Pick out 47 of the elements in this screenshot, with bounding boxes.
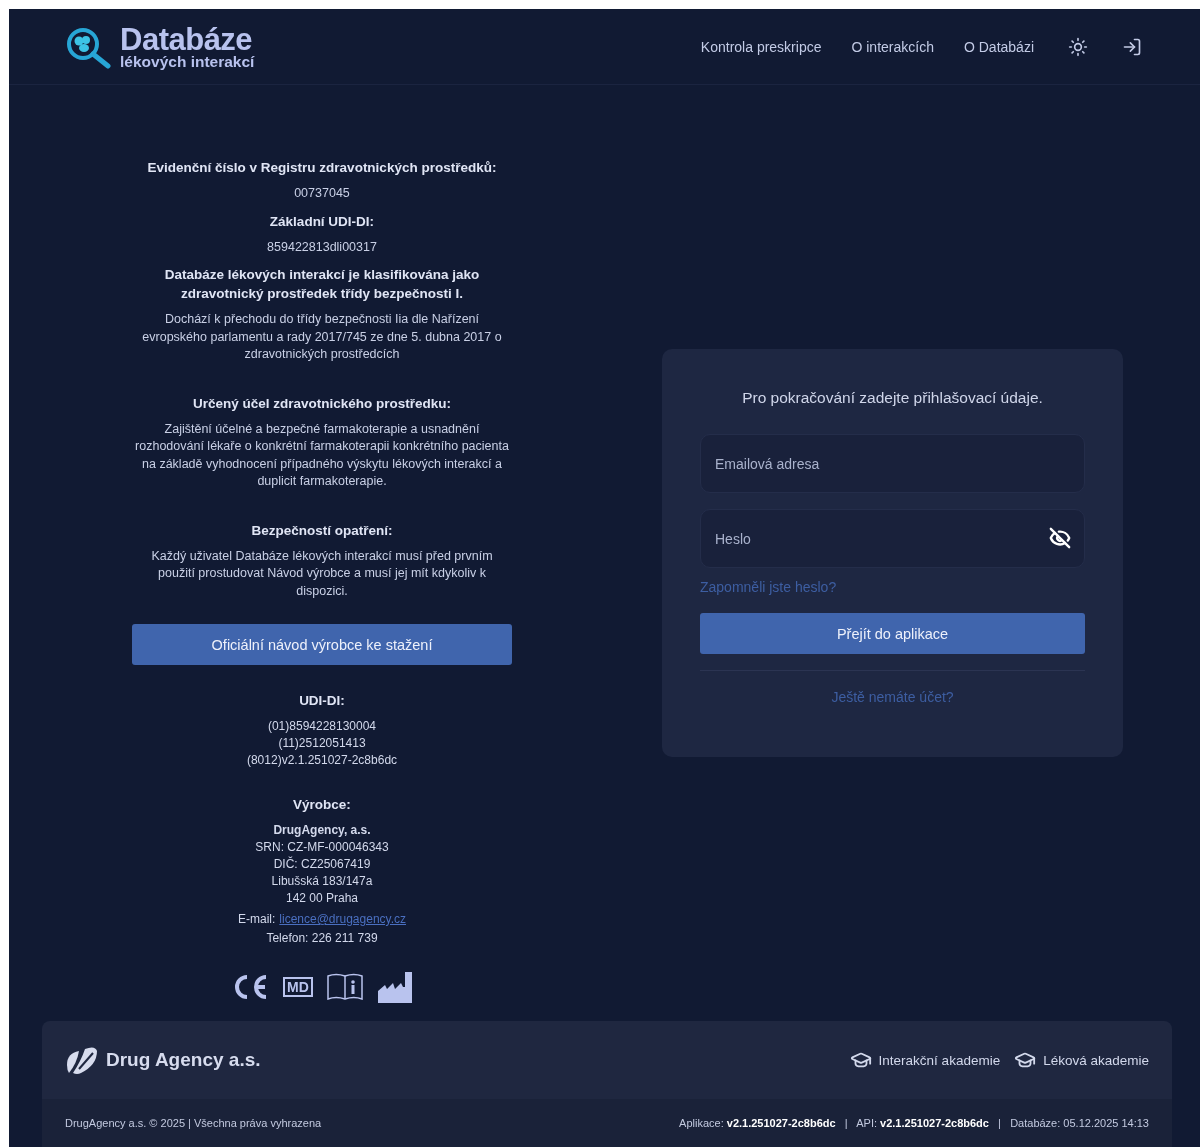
email-field[interactable]: Emailová adresa xyxy=(700,434,1085,493)
manufacturer-name: DrugAgency, a.s. xyxy=(273,822,371,839)
logo-subtitle: lékových interakcí xyxy=(120,53,255,70)
copyright-text: DrugAgency a.s. © 2025 | Všechna práva vyhrazena xyxy=(65,1117,322,1129)
academy-link[interactable]: Interakční akademie xyxy=(849,1049,1001,1071)
nav-link[interactable]: O interakcích xyxy=(851,38,934,55)
section-text: 00737045 xyxy=(294,185,350,202)
login-prompt: Pro pokračování zadejte přihlašovací údaje. xyxy=(741,389,1044,407)
version-info: Aplikace: v2.1.251027-2c8b6dc | API: v2.1.251027-2c8b6dc | Databáze: 05.12.2025 14:13 xyxy=(679,1117,1149,1129)
academy-label: Interakční akademie xyxy=(878,1052,1001,1068)
leaf-logo-icon xyxy=(65,1045,99,1075)
manufacturer-heading: Výrobce: xyxy=(293,796,351,814)
eye-off-icon[interactable] xyxy=(1049,527,1071,549)
submit-button[interactable]: Přejít do aplikace xyxy=(700,613,1085,654)
section-heading: Evidenční číslo v Registru zdravotnických prostředků: xyxy=(147,159,497,177)
academy-label: Léková akademie xyxy=(1043,1052,1149,1068)
udi-line: (8012)v2.1.251027-2c8b6dc xyxy=(246,752,398,769)
factory-icon xyxy=(376,971,413,1003)
section-heading: Bezpečností opatření: xyxy=(251,521,393,540)
md-symbol-icon: MD xyxy=(283,977,313,997)
section-text: Zajištění účelné a bezpečné farmakoterapie a usnadnění rozhodování lékaře o konkrétní farmakoterapii konkrétního pacienta na základě vyhodnocení případného výskytu lékových interakcí a duplicit farmakoterapie. xyxy=(134,420,510,490)
manufacturer-line: Libušská 183/147a xyxy=(271,873,373,890)
info-book-icon xyxy=(326,973,363,1001)
section-text: Dochází k přechodu do třídy bezpečnosti Iia dle Nařízení evropského parlamentu a rady 2017/745 ze dne 5. dubna 2017 o zdravotnických prostředcích xyxy=(141,311,503,363)
brand-name: Drug Agency a.s. xyxy=(106,1049,261,1071)
section-text: 859422813dli00317 xyxy=(267,238,377,256)
udi-line: (11)2512051413 xyxy=(278,735,366,752)
manufacturer-line: SRN: CZ-MF-000046343 xyxy=(255,839,389,856)
password-field[interactable]: Heslo xyxy=(700,509,1085,568)
theme-sun-icon[interactable] xyxy=(1068,36,1088,57)
logo-title: Databáze xyxy=(120,23,253,55)
login-icon[interactable] xyxy=(1122,36,1142,57)
section-heading: Základní UDI-DI: xyxy=(269,212,375,231)
manufacturer-line: DIČ: CZ25067419 xyxy=(273,856,371,873)
download-manual-button[interactable]: Oficiální návod výrobce ke stažení xyxy=(132,624,512,665)
udi-line: (01)8594228130004 xyxy=(267,718,377,735)
section-text: Každý uživatel Databáze lékových interakcí musí před prvním použití prostudovat Návod výrobce a musí jej mít kdykoliv k dispozici. xyxy=(150,547,494,600)
section-heading: Databáze lékových interakcí je klasifikována jako zdravotnický prostředek třídy bezpečnosti I. xyxy=(163,266,481,303)
section-heading: Určený účel zdravotnického prostředku: xyxy=(192,394,452,413)
nav-link[interactable]: Kontrola preskripce xyxy=(700,38,822,55)
udi-heading: UDI-DI: xyxy=(299,692,345,710)
phone-text: Telefon: 226 211 739 xyxy=(266,931,378,945)
manufacturer-line: 142 00 Praha xyxy=(285,890,358,907)
email-link[interactable]: licence@drugagency.cz xyxy=(279,912,406,926)
email-label: E-mail: xyxy=(237,912,276,926)
nav-link[interactable]: O Databázi xyxy=(963,38,1034,55)
academy-link[interactable]: Léková akademie xyxy=(1014,1049,1149,1071)
